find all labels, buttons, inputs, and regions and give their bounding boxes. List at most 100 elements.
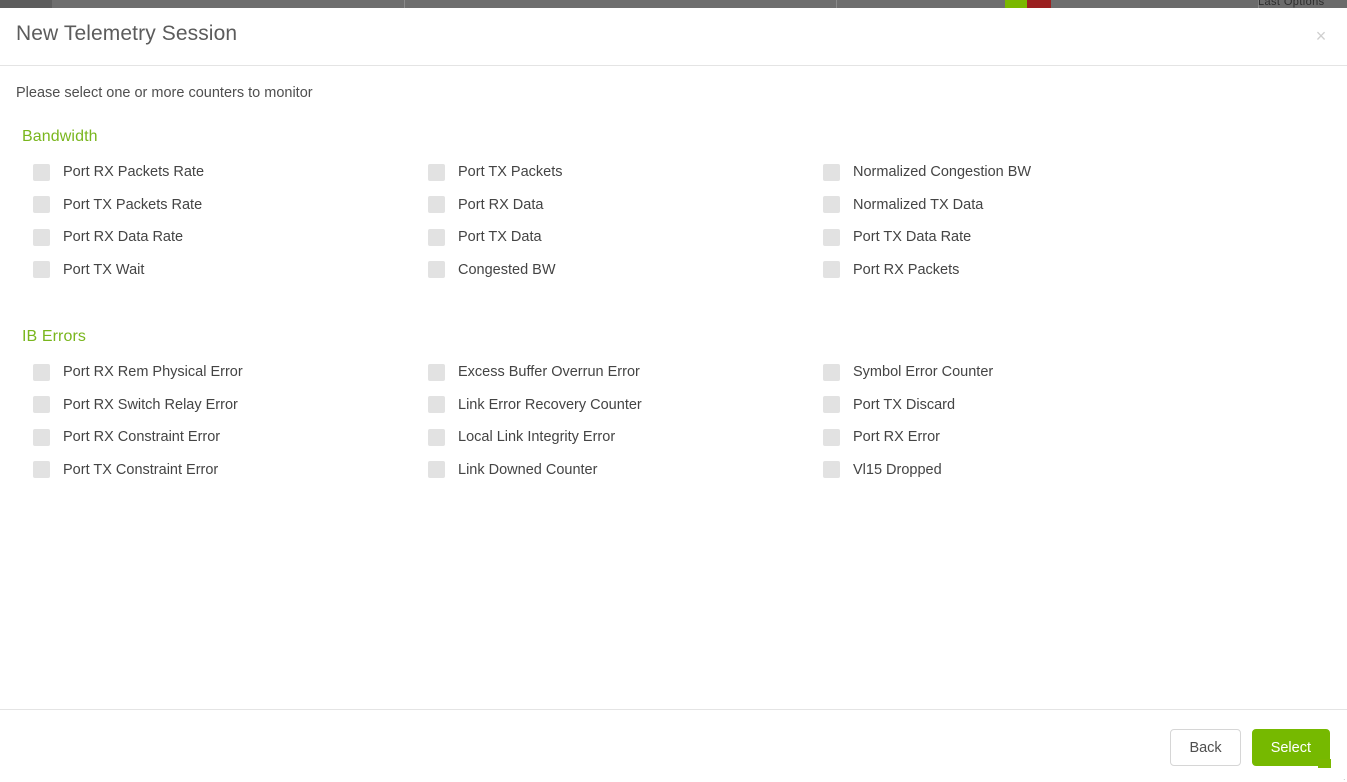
counter-label: Congested BW bbox=[458, 262, 556, 278]
section-title-ib-errors: IB Errors bbox=[22, 328, 1347, 346]
checkbox-icon[interactable] bbox=[428, 396, 445, 413]
checkbox-icon[interactable] bbox=[428, 461, 445, 478]
dialog-footer: Back Select bbox=[0, 709, 1347, 781]
checkbox-icon[interactable] bbox=[428, 196, 445, 213]
counter-row[interactable]: Port RX Packets Rate bbox=[33, 156, 204, 189]
counter-column: Excess Buffer Overrun Error Link Error R… bbox=[428, 356, 642, 486]
counter-row[interactable]: Port RX Rem Physical Error bbox=[33, 356, 243, 389]
instruction-text: Please select one or more counters to mo… bbox=[16, 85, 313, 101]
counter-label: Symbol Error Counter bbox=[853, 364, 993, 380]
counter-label: Port RX Data bbox=[458, 197, 543, 213]
counter-row[interactable]: Port RX Packets bbox=[823, 254, 1031, 287]
checkbox-icon[interactable] bbox=[823, 196, 840, 213]
counter-row[interactable]: Local Link Integrity Error bbox=[428, 421, 642, 454]
counter-row[interactable]: Congested BW bbox=[428, 254, 563, 287]
counter-row[interactable]: Symbol Error Counter bbox=[823, 356, 993, 389]
counter-columns-bandwidth: Port RX Packets Rate Port TX Packets Rat… bbox=[0, 156, 1347, 288]
counter-label: Port TX Constraint Error bbox=[63, 462, 218, 478]
counter-label: Port TX Wait bbox=[63, 262, 144, 278]
background-toolbar-left bbox=[0, 0, 52, 8]
checkbox-icon[interactable] bbox=[33, 196, 50, 213]
counter-row[interactable]: Port TX Packets Rate bbox=[33, 189, 204, 222]
close-icon[interactable]: × bbox=[1311, 26, 1331, 46]
counter-row[interactable]: Link Downed Counter bbox=[428, 454, 642, 487]
checkbox-icon[interactable] bbox=[33, 261, 50, 278]
counter-row[interactable]: Port RX Constraint Error bbox=[33, 421, 243, 454]
background-status-red bbox=[1027, 0, 1051, 8]
background-status-green bbox=[1005, 0, 1027, 8]
counter-row[interactable]: Vl15 Dropped bbox=[823, 454, 993, 487]
counter-columns-ib-errors: Port RX Rem Physical Error Port RX Switc… bbox=[0, 356, 1347, 488]
resize-handle[interactable] bbox=[1336, 771, 1345, 780]
checkbox-icon[interactable] bbox=[33, 164, 50, 181]
checkbox-icon[interactable] bbox=[428, 164, 445, 181]
counter-label: Port RX Data Rate bbox=[63, 229, 183, 245]
checkbox-icon[interactable] bbox=[428, 261, 445, 278]
counter-row[interactable]: Port TX Constraint Error bbox=[33, 454, 243, 487]
section-ib-errors: IB Errors Port RX Rem Physical Error Por… bbox=[0, 328, 1347, 488]
counter-label: Port TX Data Rate bbox=[853, 229, 971, 245]
counter-label: Port RX Error bbox=[853, 429, 940, 445]
section-title-bandwidth: Bandwidth bbox=[22, 128, 1347, 146]
counter-row[interactable]: Port TX Wait bbox=[33, 254, 204, 287]
counter-row[interactable]: Excess Buffer Overrun Error bbox=[428, 356, 642, 389]
counter-label: Link Error Recovery Counter bbox=[458, 397, 642, 413]
footer-actions: Back Select bbox=[1170, 729, 1330, 766]
counter-label: Normalized Congestion BW bbox=[853, 164, 1031, 180]
counter-label: Link Downed Counter bbox=[458, 462, 597, 478]
checkbox-icon[interactable] bbox=[428, 429, 445, 446]
counter-row[interactable]: Normalized TX Data bbox=[823, 189, 1031, 222]
counter-row[interactable]: Port TX Packets bbox=[428, 156, 563, 189]
counter-label: Port RX Constraint Error bbox=[63, 429, 220, 445]
background-divider-1 bbox=[404, 0, 405, 8]
counter-row[interactable]: Port RX Error bbox=[823, 421, 993, 454]
counter-row[interactable]: Normalized Congestion BW bbox=[823, 156, 1031, 189]
background-toolbar-strip: Last Options bbox=[0, 0, 1347, 8]
checkbox-icon[interactable] bbox=[33, 364, 50, 381]
checkbox-icon[interactable] bbox=[823, 429, 840, 446]
counter-label: Excess Buffer Overrun Error bbox=[458, 364, 640, 380]
checkbox-icon[interactable] bbox=[428, 229, 445, 246]
counter-column: Symbol Error Counter Port TX Discard Por… bbox=[823, 356, 993, 486]
dialog-title: New Telemetry Session bbox=[16, 22, 237, 46]
checkbox-icon[interactable] bbox=[33, 396, 50, 413]
counter-row[interactable]: Port TX Data bbox=[428, 221, 563, 254]
checkbox-icon[interactable] bbox=[823, 261, 840, 278]
background-divider-2 bbox=[836, 0, 837, 8]
counter-row[interactable]: Port TX Discard bbox=[823, 389, 993, 422]
counter-label: Port RX Packets Rate bbox=[63, 164, 204, 180]
counter-label: Port RX Switch Relay Error bbox=[63, 397, 238, 413]
counter-row[interactable]: Port RX Data bbox=[428, 189, 563, 222]
new-telemetry-session-dialog: New Telemetry Session × Please select on… bbox=[0, 8, 1347, 782]
checkbox-icon[interactable] bbox=[823, 164, 840, 181]
checkbox-icon[interactable] bbox=[823, 229, 840, 246]
checkbox-icon[interactable] bbox=[33, 229, 50, 246]
checkbox-icon[interactable] bbox=[823, 364, 840, 381]
counter-column: Port TX Packets Port RX Data Port TX Dat… bbox=[428, 156, 563, 286]
dialog-body: Please select one or more counters to mo… bbox=[0, 66, 1347, 709]
counter-label: Port RX Rem Physical Error bbox=[63, 364, 243, 380]
counter-column: Port RX Packets Rate Port TX Packets Rat… bbox=[33, 156, 204, 286]
counter-label: Port TX Data bbox=[458, 229, 542, 245]
counter-row[interactable]: Port TX Data Rate bbox=[823, 221, 1031, 254]
dialog-header: New Telemetry Session × bbox=[0, 8, 1347, 66]
counter-row[interactable]: Port RX Data Rate bbox=[33, 221, 204, 254]
counter-row[interactable]: Link Error Recovery Counter bbox=[428, 389, 642, 422]
checkbox-icon[interactable] bbox=[33, 461, 50, 478]
back-button[interactable]: Back bbox=[1170, 729, 1240, 766]
checkbox-icon[interactable] bbox=[823, 396, 840, 413]
checkbox-icon[interactable] bbox=[428, 364, 445, 381]
counter-label: Port TX Packets bbox=[458, 164, 563, 180]
counter-label: Port TX Discard bbox=[853, 397, 955, 413]
checkbox-icon[interactable] bbox=[823, 461, 840, 478]
counter-column: Normalized Congestion BW Normalized TX D… bbox=[823, 156, 1031, 286]
checkbox-icon[interactable] bbox=[33, 429, 50, 446]
counter-label: Port RX Packets bbox=[853, 262, 959, 278]
counter-row[interactable]: Port RX Switch Relay Error bbox=[33, 389, 243, 422]
counter-label: Port TX Packets Rate bbox=[63, 197, 202, 213]
background-corner-accent bbox=[1318, 759, 1331, 768]
background-toolbar-label: Last Options bbox=[1258, 0, 1325, 8]
counter-label: Normalized TX Data bbox=[853, 197, 983, 213]
counter-column: Port RX Rem Physical Error Port RX Switc… bbox=[33, 356, 243, 486]
counter-label: Local Link Integrity Error bbox=[458, 429, 615, 445]
